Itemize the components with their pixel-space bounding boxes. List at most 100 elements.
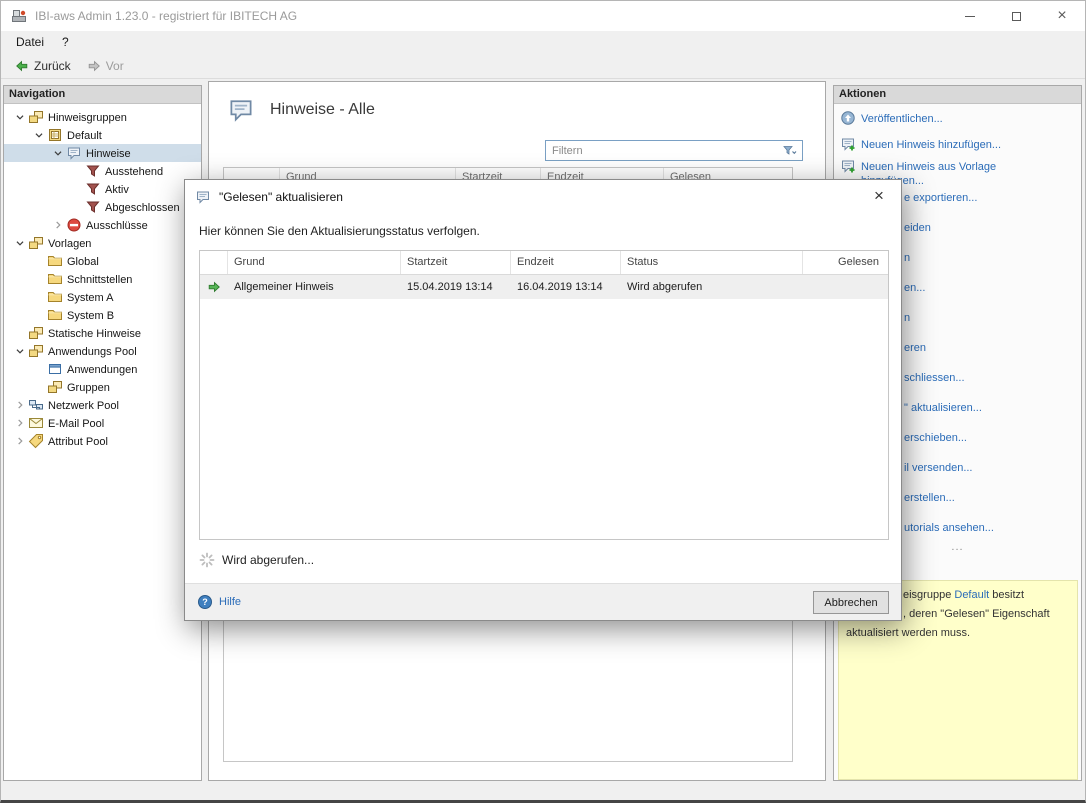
tree-item-default[interactable]: Default — [4, 126, 201, 144]
folder-icon — [47, 253, 63, 269]
tree-item-vorlagen[interactable]: Vorlagen — [4, 234, 201, 252]
action-partial-tutorials[interactable]: utorials ansehen... — [904, 522, 994, 534]
tree-item-aktiv[interactable]: Aktiv — [4, 180, 201, 198]
tree-item-attribut-pool[interactable]: Attribut Pool — [4, 432, 201, 450]
dialog-title-bar: "Gelesen" aktualisieren — [185, 180, 901, 214]
tree-item-ausstehend[interactable]: Ausstehend — [4, 162, 201, 180]
tree-item-statische-hinweise[interactable]: Statische Hinweise — [4, 324, 201, 342]
dialog-close-button[interactable]: × — [857, 180, 901, 211]
row-status-cell — [200, 280, 228, 294]
action-partial-versenden[interactable]: il versenden... — [904, 462, 972, 474]
tree-item-label: Netzwerk Pool — [48, 399, 119, 412]
tree-item-anwendungs-pool[interactable]: Anwendungs Pool — [4, 342, 201, 360]
tree-item-gruppen[interactable]: Gruppen — [4, 378, 201, 396]
column-header-grund[interactable]: Grund — [228, 251, 401, 274]
tree-item-hinweise[interactable]: Hinweise — [4, 144, 201, 162]
table-row[interactable]: Allgemeiner Hinweis 15.04.2019 13:14 16.… — [200, 275, 888, 299]
action-partial-aktualisieren[interactable]: " aktualisieren... — [904, 402, 982, 414]
notice-bubble-icon — [195, 189, 211, 205]
action-partial[interactable]: en... — [904, 282, 925, 294]
menu-datei[interactable]: Datei — [7, 32, 53, 52]
tree-item-system-b[interactable]: System B — [4, 306, 201, 324]
chevron-placeholder — [31, 379, 47, 395]
menu-bar: Datei ? — [1, 31, 1085, 53]
tree-item-hinweisgruppen[interactable]: Hinweisgruppen — [4, 108, 201, 126]
chevron-placeholder — [12, 325, 28, 341]
folder-icon — [47, 289, 63, 305]
app-icon — [11, 8, 27, 24]
chevron-expanded-icon[interactable] — [50, 145, 66, 161]
tree-item-label: Default — [67, 129, 102, 142]
toolbar: Zurück Vor — [1, 53, 1085, 79]
tree-item-label: Attribut Pool — [48, 435, 108, 448]
back-arrow-icon — [15, 59, 29, 73]
action-partial[interactable]: n — [904, 312, 910, 324]
tree-item-ausschluesse[interactable]: Ausschlüsse — [4, 216, 201, 234]
filter-funnel-icon — [85, 163, 101, 179]
minimize-icon — [965, 16, 975, 17]
tree-item-abgeschlossen[interactable]: Abgeschlossen — [4, 198, 201, 216]
tree-item-label: System B — [67, 309, 114, 322]
tree-item-label: Gruppen — [67, 381, 110, 394]
cancel-button[interactable]: Abbrechen — [813, 591, 889, 614]
column-header-startzeit[interactable]: Startzeit — [401, 251, 511, 274]
action-partial[interactable]: eren — [904, 342, 926, 354]
chevron-expanded-icon[interactable] — [12, 109, 28, 125]
info-text: besitzt — [989, 589, 1024, 601]
group-boxes-icon — [28, 235, 44, 251]
chevron-expanded-icon[interactable] — [31, 127, 47, 143]
back-button[interactable]: Zurück — [9, 57, 77, 75]
info-text: eisgruppe — [903, 589, 954, 601]
navigation-header: Navigation — [4, 86, 201, 104]
maximize-button[interactable] — [993, 1, 1039, 31]
filter-funnel-icon[interactable] — [782, 143, 798, 159]
action-partial-erstellen[interactable]: erstellen... — [904, 492, 955, 504]
chevron-collapsed-icon[interactable] — [12, 415, 28, 431]
chevron-placeholder — [31, 271, 47, 287]
chevron-collapsed-icon[interactable] — [12, 397, 28, 413]
notice-template-add-icon — [840, 158, 856, 174]
tree-item-email-pool[interactable]: E-Mail Pool — [4, 414, 201, 432]
help-label: Hilfe — [219, 596, 241, 608]
filter-input[interactable] — [546, 145, 782, 157]
dialog-table-header: Grund Startzeit Endzeit Status Gelesen — [200, 251, 888, 275]
filter-funnel-icon — [85, 181, 101, 197]
publish-icon — [840, 110, 856, 126]
tree-item-global[interactable]: Global — [4, 252, 201, 270]
column-header-gelesen[interactable]: Gelesen — [803, 251, 888, 274]
action-veroeffentlichen[interactable]: Veröffentlichen... — [840, 110, 943, 126]
status-icon-column-header — [200, 251, 228, 274]
menu-help[interactable]: ? — [53, 32, 78, 52]
action-partial[interactable]: n — [904, 252, 910, 264]
window-controls: × — [947, 1, 1085, 31]
tree-item-schnittstellen[interactable]: Schnittstellen — [4, 270, 201, 288]
tree-item-label: Aktiv — [105, 183, 129, 196]
chevron-collapsed-icon[interactable] — [50, 217, 66, 233]
tree-item-label: Abgeschlossen — [105, 201, 180, 214]
tree-item-system-a[interactable]: System A — [4, 288, 201, 306]
chevron-collapsed-icon[interactable] — [12, 433, 28, 449]
action-partial-exportieren[interactable]: e exportieren... — [904, 192, 977, 204]
default-link[interactable]: Default — [954, 589, 989, 601]
action-partial-verschieben[interactable]: erschieben... — [904, 432, 967, 444]
close-button[interactable]: × — [1039, 1, 1085, 31]
action-partial[interactable]: eiden — [904, 222, 931, 234]
chevron-placeholder — [31, 307, 47, 323]
tree-item-label: Anwendungen — [67, 363, 137, 376]
tree-item-anwendungen[interactable]: Anwendungen — [4, 360, 201, 378]
tree-item-netzwerk-pool[interactable]: Netzwerk Pool — [4, 396, 201, 414]
action-neuer-hinweis[interactable]: Neuen Hinweis hinzufügen... — [840, 136, 1001, 152]
cell-status: Wird abgerufen — [621, 281, 803, 293]
chevron-expanded-icon[interactable] — [12, 343, 28, 359]
forward-button[interactable]: Vor — [81, 57, 130, 75]
action-partial-schliessen[interactable]: schliessen... — [904, 372, 965, 384]
group-boxes-icon — [28, 325, 44, 341]
chevron-expanded-icon[interactable] — [12, 235, 28, 251]
minimize-button[interactable] — [947, 1, 993, 31]
folder-icon — [47, 271, 63, 287]
column-header-endzeit[interactable]: Endzeit — [511, 251, 621, 274]
column-header-status[interactable]: Status — [621, 251, 803, 274]
tree-item-label: Ausstehend — [105, 165, 163, 178]
app-window: IBI-aws Admin 1.23.0 - registriert für I… — [0, 0, 1086, 803]
help-link[interactable]: Hilfe — [197, 594, 241, 610]
